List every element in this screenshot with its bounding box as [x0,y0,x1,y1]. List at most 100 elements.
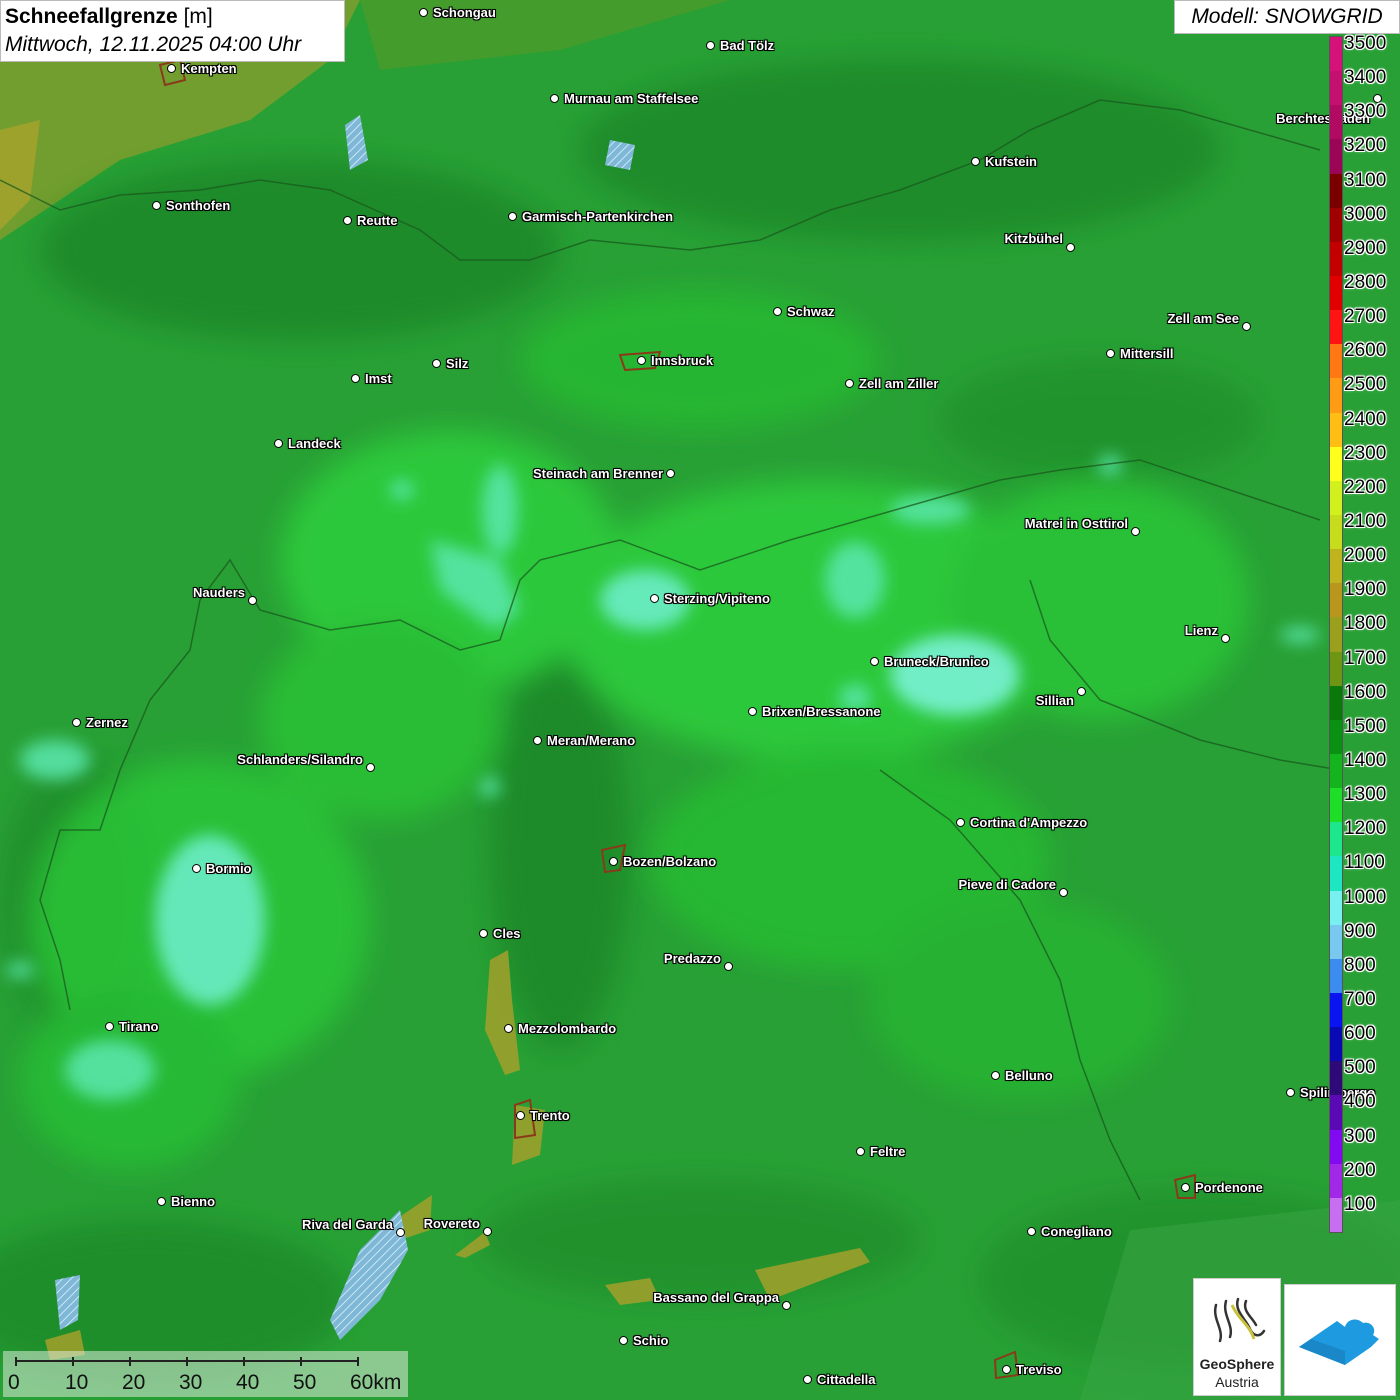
city-marker[interactable] [619,1336,628,1345]
city-label[interactable]: Pordenone [1195,1181,1263,1195]
city-marker[interactable] [432,359,441,368]
city-label[interactable]: Cittadella [817,1373,876,1387]
city-label[interactable]: Trento [530,1109,570,1123]
city-marker[interactable] [1181,1183,1190,1192]
city-label[interactable]: Schlanders/Silandro [237,753,363,767]
city-marker[interactable] [1077,687,1086,696]
city-marker[interactable] [483,1227,492,1236]
geosphere-logo[interactable]: GeoSphere Austria [1193,1278,1281,1396]
city-marker[interactable] [167,64,176,73]
city-marker[interactable] [1106,349,1115,358]
city-marker[interactable] [343,216,352,225]
city-marker[interactable] [1002,1365,1011,1374]
city-label[interactable]: Landeck [288,437,341,451]
city-label[interactable]: Lienz [1185,624,1218,638]
city-marker[interactable] [650,594,659,603]
city-marker[interactable] [192,864,201,873]
city-label[interactable]: Schio [633,1334,668,1348]
city-label[interactable]: Belluno [1005,1069,1053,1083]
city-marker[interactable] [396,1228,405,1237]
city-label[interactable]: Steinach am Brenner [533,467,663,481]
city-label[interactable]: Schongau [433,6,496,20]
city-marker[interactable] [956,818,965,827]
city-marker[interactable] [351,374,360,383]
city-label[interactable]: Mittersill [1120,347,1173,361]
scale-tick [357,1357,359,1366]
city-marker[interactable] [72,718,81,727]
city-marker[interactable] [516,1111,525,1120]
city-marker[interactable] [971,157,980,166]
city-label[interactable]: Reutte [357,214,397,228]
city-label[interactable]: Meran/Merano [547,734,635,748]
city-label[interactable]: Schwaz [787,305,835,319]
city-label[interactable]: Garmisch-Partenkirchen [522,210,673,224]
city-label[interactable]: Bruneck/Brunico [884,655,989,669]
city-label[interactable]: Bormio [206,862,252,876]
city-marker[interactable] [1027,1227,1036,1236]
city-label[interactable]: Kempten [181,62,237,76]
city-marker[interactable] [274,439,283,448]
city-marker[interactable] [870,657,879,666]
city-label[interactable]: Riva del Garda [302,1218,393,1232]
city-marker[interactable] [1066,243,1075,252]
city-marker[interactable] [1242,322,1251,331]
city-marker[interactable] [724,962,733,971]
city-label[interactable]: Predazzo [664,952,721,966]
city-label[interactable]: Imst [365,372,392,386]
city-marker[interactable] [533,736,542,745]
city-label[interactable]: Conegliano [1041,1225,1112,1239]
city-label[interactable]: Mezzolombardo [518,1022,616,1036]
city-label[interactable]: Sonthofen [166,199,230,213]
city-label[interactable]: Bozen/Bolzano [623,855,716,869]
city-marker[interactable] [991,1071,1000,1080]
city-label[interactable]: Cortina d'Ampezzo [970,816,1087,830]
city-marker[interactable] [105,1022,114,1031]
city-label[interactable]: Kitzbühel [1005,232,1064,246]
city-label[interactable]: Zernez [86,716,128,730]
city-marker[interactable] [803,1375,812,1384]
city-label[interactable]: Sterzing/Vipiteno [664,592,770,606]
city-marker[interactable] [1221,634,1230,643]
city-label[interactable]: Rovereto [424,1217,480,1231]
city-label[interactable]: Murnau am Staffelsee [564,92,698,106]
city-marker[interactable] [1131,527,1140,536]
city-label[interactable]: Matrei in Osttirol [1025,517,1128,531]
city-marker[interactable] [419,8,428,17]
city-label[interactable]: Silz [446,357,468,371]
city-marker[interactable] [366,763,375,772]
city-marker[interactable] [748,707,757,716]
city-label[interactable]: Nauders [193,586,245,600]
city-label[interactable]: Sillian [1036,694,1074,708]
city-marker[interactable] [248,596,257,605]
city-label[interactable]: Bad Tölz [720,39,774,53]
city-label[interactable]: Feltre [870,1145,905,1159]
city-marker[interactable] [706,41,715,50]
city-label[interactable]: Kufstein [985,155,1037,169]
city-label[interactable]: Bienno [171,1195,215,1209]
city-marker[interactable] [856,1147,865,1156]
city-marker[interactable] [666,469,675,478]
city-marker[interactable] [550,94,559,103]
city-label[interactable]: Zell am Ziller [859,377,938,391]
city-marker[interactable] [479,929,488,938]
city-marker[interactable] [637,356,646,365]
city-label[interactable]: Zell am See [1167,312,1239,326]
city-marker[interactable] [157,1197,166,1206]
city-marker[interactable] [773,307,782,316]
city-marker[interactable] [152,201,161,210]
city-marker[interactable] [1286,1088,1295,1097]
city-label[interactable]: Cles [493,927,520,941]
city-marker[interactable] [504,1024,513,1033]
city-label[interactable]: Bassano del Grappa [653,1291,779,1305]
city-marker[interactable] [845,379,854,388]
city-label[interactable]: Tirano [119,1020,159,1034]
city-marker[interactable] [1059,888,1068,897]
weather-service-logo[interactable] [1284,1284,1396,1396]
city-marker[interactable] [609,857,618,866]
city-label[interactable]: Treviso [1016,1363,1062,1377]
city-label[interactable]: Pieve di Cadore [958,878,1056,892]
city-label[interactable]: Innsbruck [651,354,713,368]
city-label[interactable]: Brixen/Bressanone [762,705,881,719]
city-marker[interactable] [508,212,517,221]
city-marker[interactable] [782,1301,791,1310]
